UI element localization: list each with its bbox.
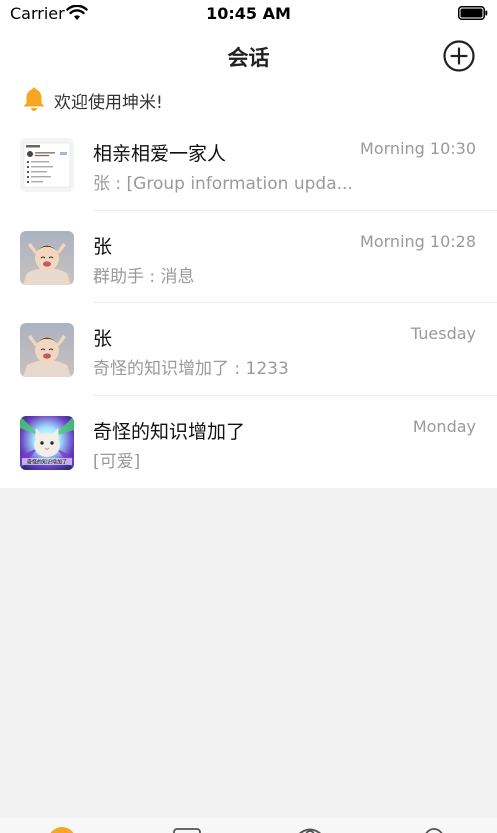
- conversation-name: 相亲相爱一家人: [93, 143, 227, 165]
- welcome-text: 欢迎使用坤米!: [54, 93, 163, 113]
- conversation-preview: 奇怪的知识增加了 : 1233: [93, 359, 289, 379]
- conversation-preview: [可爱]: [93, 451, 141, 472]
- add-conversation-button[interactable]: [442, 39, 476, 73]
- conversation-preview: 张 : [Group information upda...: [93, 174, 353, 194]
- tab-conversations-icon[interactable]: [46, 827, 78, 833]
- user-avatar: [20, 230, 74, 285]
- conversation-list: 相亲相爱一家人 Morning 10:30 张 : [Group informa…: [0, 118, 497, 488]
- tab-discover-icon[interactable]: [295, 827, 325, 833]
- conversation-time: Morning 10:30: [360, 139, 476, 158]
- group-avatar: [20, 138, 74, 192]
- battery-icon: [458, 6, 488, 20]
- bell-icon: [23, 87, 45, 111]
- conversation-name: 张: [93, 328, 113, 350]
- tab-bar: [0, 818, 497, 833]
- conversation-preview: 群助手 : 消息: [93, 266, 195, 287]
- conversation-name: 奇怪的知识增加了: [93, 420, 246, 443]
- user-avatar: [20, 323, 74, 377]
- status-bar: Carrier 10:45 AM: [0, 0, 497, 30]
- conversation-item-family-group[interactable]: 相亲相爱一家人 Morning 10:30 张 : [Group informa…: [0, 118, 497, 211]
- page-title: 会话: [227, 46, 270, 70]
- cat-avatar: 奇怪的知识增加了: [20, 415, 74, 470]
- tab-me-icon[interactable]: [422, 827, 446, 833]
- avatar-caption: 奇怪的知识增加了: [27, 458, 67, 465]
- welcome-notice: 欢迎使用坤米!: [20, 85, 480, 113]
- tab-contacts-icon[interactable]: [172, 827, 202, 833]
- conversation-time: Monday: [412, 416, 476, 436]
- conversation-item-knowledge-group[interactable]: 奇怪的知识增加了 奇怪的知识增加了 Monday [可爱]: [0, 396, 497, 489]
- conversation-time: Morning 10:28: [360, 231, 476, 251]
- conversation-item-zhang-2[interactable]: 张 Tuesday 奇怪的知识增加了 : 1233: [0, 303, 497, 396]
- conversation-item-zhang[interactable]: 张 Morning 10:28 群助手 : 消息: [0, 211, 497, 303]
- status-time: 10:45 AM: [206, 4, 291, 23]
- conversation-name: 张: [93, 235, 113, 258]
- conversation-time: Tuesday: [410, 324, 476, 343]
